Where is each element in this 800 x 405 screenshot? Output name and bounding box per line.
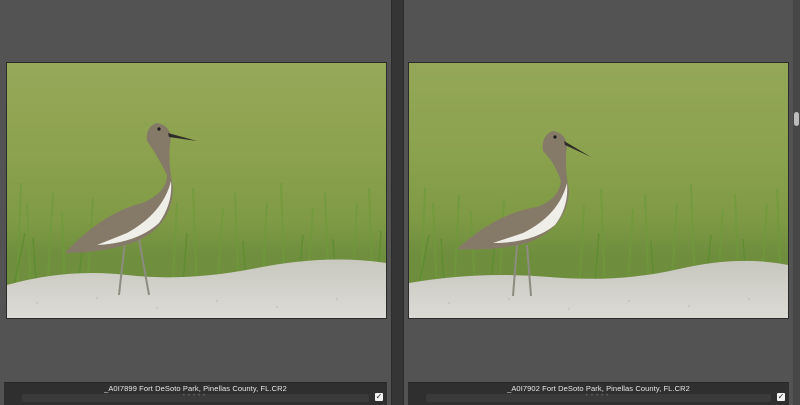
bird-photo-left (7, 63, 386, 318)
info-bar-right: _A0I7902 Fort DeSoto Park, Pinellas Coun… (408, 382, 789, 405)
pick-checkbox[interactable]: ✓ (375, 393, 383, 401)
info-bar-left: _A0I7899 Fort DeSoto Park, Pinellas Coun… (4, 382, 387, 405)
rating-bar[interactable]: ••••• (426, 393, 771, 402)
pane-divider[interactable] (392, 0, 403, 405)
filename-label: _A0I7899 Fort DeSoto Park, Pinellas Coun… (104, 384, 287, 393)
compare-pane-left[interactable]: _A0I7899 Fort DeSoto Park, Pinellas Coun… (0, 0, 392, 405)
star-icon[interactable]: • (606, 393, 611, 399)
star-rating[interactable]: ••••• (22, 393, 369, 399)
compare-view: _A0I7899 Fort DeSoto Park, Pinellas Coun… (0, 0, 800, 405)
rating-bar[interactable]: ••••• (22, 393, 369, 402)
scrollbar-thumb[interactable] (794, 112, 799, 126)
check-icon: ✓ (777, 392, 785, 401)
star-icon[interactable]: • (203, 393, 208, 399)
scrollbar-track[interactable] (793, 0, 800, 405)
check-icon: ✓ (375, 392, 383, 401)
pick-checkbox[interactable]: ✓ (777, 393, 785, 401)
filename-label: _A0I7902 Fort DeSoto Park, Pinellas Coun… (507, 384, 690, 393)
star-rating[interactable]: ••••• (426, 393, 771, 399)
photo-right[interactable] (409, 63, 788, 318)
photo-left[interactable] (7, 63, 386, 318)
compare-pane-right[interactable]: _A0I7902 Fort DeSoto Park, Pinellas Coun… (403, 0, 793, 405)
bird-photo-right (409, 63, 788, 318)
